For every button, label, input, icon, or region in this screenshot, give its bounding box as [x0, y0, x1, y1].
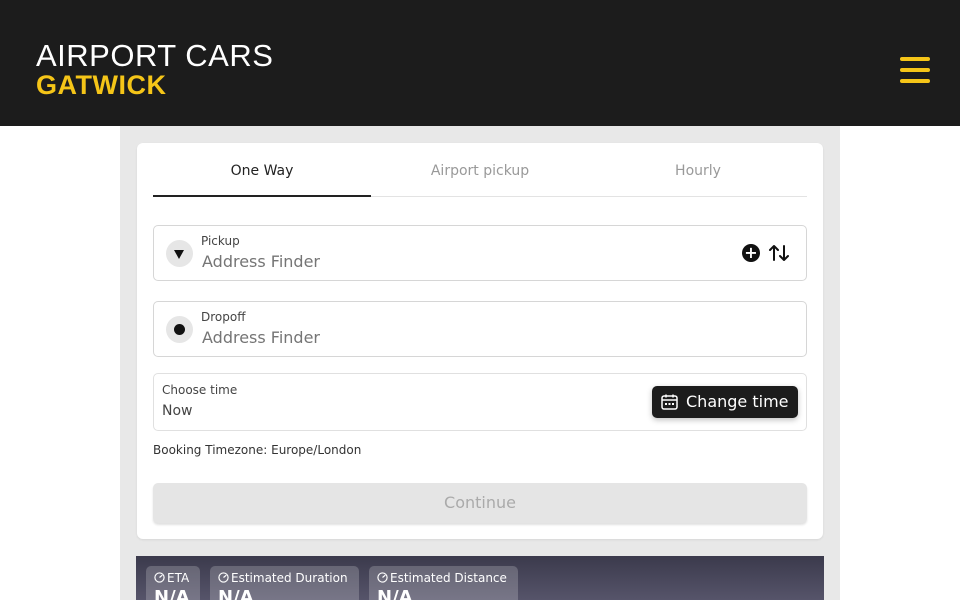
- logo[interactable]: AIRPORT CARS GATWICK: [36, 38, 274, 100]
- trip-stats-bar: ETA N/A Estimated Duration N/A Estimated…: [136, 556, 824, 608]
- trip-type-tabs: One Way Airport pickup Hourly: [153, 143, 807, 197]
- add-stop-icon[interactable]: +: [742, 244, 760, 262]
- dropoff-field[interactable]: Dropoff: [153, 301, 807, 357]
- stat-duration: Estimated Duration N/A: [210, 566, 359, 608]
- pickup-marker-icon: [166, 240, 193, 267]
- pickup-field[interactable]: Pickup +: [153, 225, 807, 281]
- stat-distance-value: N/A: [377, 587, 413, 608]
- stat-eta: ETA N/A: [146, 566, 200, 608]
- time-label: Choose time: [162, 383, 238, 397]
- site-header: AIRPORT CARS GATWICK: [0, 0, 960, 126]
- continue-button[interactable]: Continue: [153, 483, 807, 523]
- pickup-input[interactable]: [202, 252, 722, 271]
- logo-line2: GATWICK: [36, 70, 167, 100]
- dropoff-marker-icon: [166, 316, 193, 343]
- stat-duration-label: Estimated Duration: [231, 571, 348, 585]
- time-picker: Choose time Now Change time: [153, 373, 807, 431]
- pickup-label: Pickup: [201, 234, 240, 248]
- gauge-icon: [377, 572, 388, 583]
- stat-duration-value: N/A: [218, 587, 254, 608]
- tab-one-way[interactable]: One Way: [153, 143, 371, 197]
- gauge-icon: [218, 572, 229, 583]
- timezone-label: Booking Timezone:: [153, 443, 268, 457]
- change-time-label: Change time: [686, 392, 789, 411]
- logo-line1: AIRPORT CARS: [36, 38, 274, 73]
- change-time-button[interactable]: Change time: [652, 386, 798, 418]
- stat-distance: Estimated Distance N/A: [369, 566, 518, 608]
- calendar-icon: [661, 394, 678, 410]
- tab-airport-pickup[interactable]: Airport pickup: [371, 143, 589, 196]
- dropoff-input[interactable]: [202, 328, 722, 347]
- stat-eta-label: ETA: [167, 571, 190, 585]
- dropoff-label: Dropoff: [201, 310, 246, 324]
- booking-card: One Way Airport pickup Hourly Pickup + D…: [137, 143, 823, 539]
- swap-icon[interactable]: [768, 242, 790, 264]
- timezone-value: Europe/London: [271, 443, 362, 457]
- tab-hourly[interactable]: Hourly: [589, 143, 807, 196]
- stat-eta-value: N/A: [154, 587, 190, 608]
- time-value: Now: [162, 403, 193, 419]
- gauge-icon: [154, 572, 165, 583]
- stat-distance-label: Estimated Distance: [390, 571, 507, 585]
- booking-timezone: Booking Timezone: Europe/London: [153, 443, 361, 457]
- hamburger-menu-icon[interactable]: [900, 57, 932, 85]
